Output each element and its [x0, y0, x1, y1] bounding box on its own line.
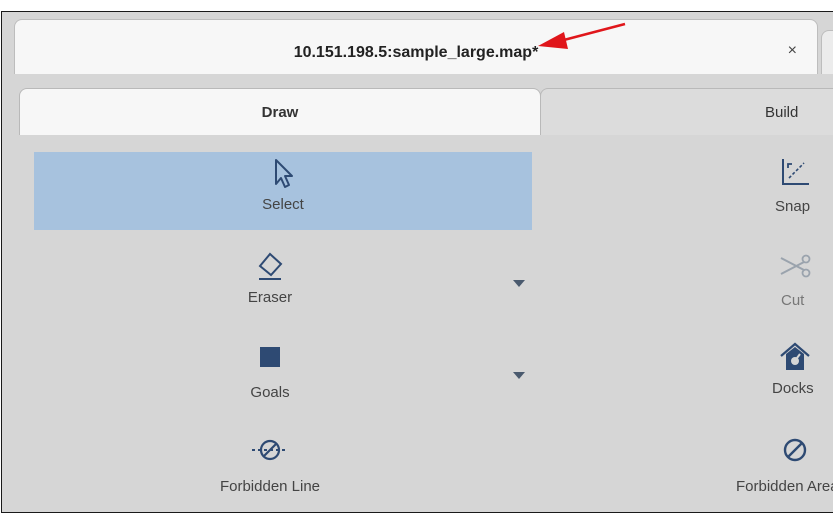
tool-forbidden-line-button[interactable]: Forbidden Line	[190, 434, 350, 496]
annotation-arrow-icon	[538, 22, 626, 49]
eraser-dropdown-arrow-icon[interactable]	[513, 280, 525, 287]
eraser-icon	[258, 252, 283, 280]
tab-build-label: Build	[765, 104, 799, 121]
tool-forbidden-line-label: Forbidden Line	[219, 478, 321, 495]
tool-docks-label: Docks	[772, 380, 814, 397]
file-tab-title: 10.151.198.5:sample_large.map*	[293, 44, 539, 61]
goals-dropdown-arrow-icon[interactable]	[513, 372, 525, 379]
tool-select-button[interactable]: Select	[34, 152, 532, 230]
tool-forbidden-area-button[interactable]: Forbidden Area	[730, 434, 833, 496]
tool-cut-label: Cut	[781, 292, 805, 309]
tool-cut-button[interactable]: Cut	[740, 250, 833, 320]
tool-snap-label: Snap	[775, 198, 811, 215]
forbidden-line-icon	[252, 439, 288, 461]
tool-snap-button[interactable]: Snap	[740, 156, 833, 228]
filled-square-icon	[260, 347, 280, 367]
tool-docks-button[interactable]: Docks	[740, 340, 833, 412]
forbidden-area-icon	[783, 438, 807, 462]
app-window	[1, 11, 833, 513]
tool-eraser-label: Eraser	[247, 289, 293, 306]
file-tab-secondary[interactable]	[821, 30, 833, 74]
scissors-icon	[780, 254, 811, 278]
tool-goals-label: Goals	[250, 384, 290, 401]
cursor-arrow-icon	[275, 159, 293, 188]
file-tab[interactable]: 10.151.198.5:sample_large.map* ×	[14, 19, 818, 74]
tool-select-label: Select	[262, 196, 304, 213]
tab-build[interactable]: Build	[540, 88, 833, 135]
dock-house-icon	[780, 342, 810, 370]
tool-eraser-button[interactable]: Eraser	[210, 248, 330, 318]
tool-goals-button[interactable]: Goals	[210, 342, 330, 412]
tab-draw[interactable]: Draw	[19, 88, 541, 135]
snap-icon	[782, 159, 809, 185]
close-icon[interactable]: ×	[788, 42, 797, 60]
tab-draw-label: Draw	[261, 104, 299, 121]
tool-forbidden-area-label: Forbidden Area	[736, 478, 833, 495]
